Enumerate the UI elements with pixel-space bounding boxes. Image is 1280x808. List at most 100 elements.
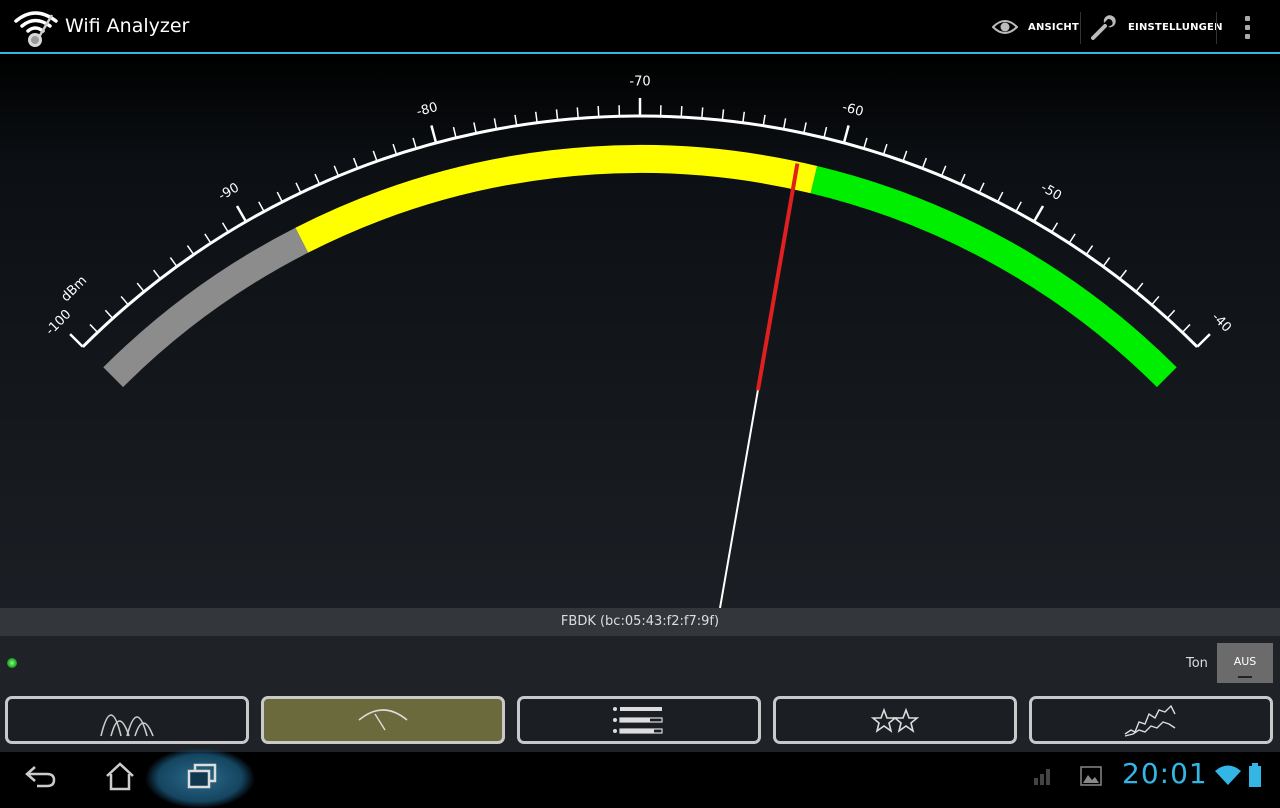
recents-icon: [186, 762, 218, 790]
minor-tick: [1182, 324, 1190, 332]
battery-icon: [1248, 762, 1262, 788]
tab-signal-meter[interactable]: [261, 696, 505, 744]
minor-tick: [598, 106, 599, 117]
sound-toggle-state: AUS: [1234, 655, 1257, 668]
ap-list-icon: [609, 700, 669, 740]
minor-tick: [334, 166, 338, 176]
minor-tick: [804, 122, 806, 133]
minor-tick: [223, 223, 229, 232]
channel-graph-icon: [97, 700, 157, 740]
back-icon: [23, 763, 57, 789]
settings-button[interactable]: EINSTELLUNGEN: [1090, 0, 1223, 54]
recents-button[interactable]: [180, 752, 224, 800]
minor-tick: [784, 118, 786, 129]
minor-tick: [922, 158, 926, 168]
signal-needle: [758, 164, 797, 391]
needle-shaft: [720, 390, 758, 608]
minor-tick: [259, 202, 264, 212]
minor-tick: [170, 258, 176, 267]
selected-network-label[interactable]: FBDK (bc:05:43:f2:f7:9f): [0, 608, 1280, 636]
scale-label: -40: [1208, 310, 1234, 336]
minor-tick: [315, 174, 319, 184]
sound-toggle-button[interactable]: AUS: [1217, 643, 1273, 683]
tab-ap-list[interactable]: [517, 696, 761, 744]
wrench-icon: [1090, 13, 1118, 41]
sound-label: Ton: [1186, 656, 1208, 671]
channel-rating-icon: [865, 700, 925, 740]
signal-band-2: [814, 180, 1167, 378]
overflow-menu-icon[interactable]: [1234, 14, 1260, 42]
minor-tick: [105, 310, 112, 318]
minor-tick: [90, 324, 98, 332]
minor-tick: [354, 158, 358, 168]
signal-meter: -100-90-80-70-60-50-40 dBm: [0, 56, 1280, 608]
minor-tick: [296, 183, 301, 193]
settings-button-label: EINSTELLUNGEN: [1128, 22, 1223, 33]
time-graph-icon: [1121, 700, 1181, 740]
minor-tick: [121, 296, 128, 304]
minor-tick: [413, 138, 416, 149]
app-title: Wifi Analyzer: [65, 15, 189, 37]
minor-tick: [864, 138, 867, 149]
minor-tick: [556, 109, 557, 120]
minor-tick: [824, 127, 827, 138]
divider: [1216, 12, 1217, 44]
gallery-icon[interactable]: [1080, 766, 1102, 786]
minor-tick: [494, 118, 496, 129]
signal-meter-icon: [353, 700, 413, 740]
minor-tick: [979, 183, 984, 193]
view-button-label: ANSICHT: [1028, 22, 1079, 33]
back-button[interactable]: [20, 752, 60, 800]
minor-tick: [998, 192, 1003, 202]
major-tick: [70, 334, 83, 347]
tab-channel-rating[interactable]: [773, 696, 1017, 744]
action-bar: Wifi Analyzer ANSICHT EINSTELLUNGEN: [0, 0, 1280, 54]
scale-label: -90: [216, 180, 242, 204]
scale-label: -60: [841, 100, 865, 120]
minor-tick: [154, 270, 161, 279]
minor-tick: [1136, 283, 1143, 292]
minor-tick: [743, 112, 744, 123]
minor-tick: [373, 151, 377, 161]
minor-tick: [702, 107, 703, 118]
minor-tick: [515, 115, 517, 126]
signal-bars-icon: [1032, 766, 1054, 786]
unit-label: dBm: [59, 273, 91, 305]
minor-tick: [763, 115, 765, 126]
major-tick: [237, 206, 246, 222]
tab-channel-graph[interactable]: [5, 696, 249, 744]
wifi-icon: [1214, 764, 1242, 786]
minor-tick: [1152, 296, 1159, 304]
minor-tick: [393, 144, 396, 154]
view-button[interactable]: ANSICHT: [992, 0, 1079, 54]
tab-time-graph[interactable]: [1029, 696, 1273, 744]
minor-tick: [205, 234, 211, 243]
minor-tick: [903, 151, 907, 161]
minor-tick: [1086, 246, 1092, 255]
minor-tick: [1103, 258, 1109, 267]
scale-label: -70: [629, 75, 650, 90]
minor-tick: [453, 127, 456, 138]
major-tick: [431, 125, 436, 142]
scale-label: -80: [415, 100, 439, 120]
minor-tick: [137, 283, 144, 292]
divider: [1080, 12, 1081, 44]
home-button[interactable]: [100, 752, 140, 800]
minor-tick: [681, 106, 682, 117]
signal-band-0: [113, 240, 302, 377]
view-tabs: [0, 690, 1280, 752]
clock: 20:01: [1122, 757, 1208, 790]
minor-tick: [1120, 270, 1127, 279]
major-tick: [1197, 334, 1210, 347]
minor-tick: [1167, 310, 1174, 318]
minor-tick: [961, 174, 965, 184]
minor-tick: [577, 107, 578, 118]
minor-tick: [536, 112, 537, 123]
minor-tick: [474, 122, 476, 133]
signal-meter-gauge: -100-90-80-70-60-50-40 dBm: [0, 56, 1280, 608]
minor-tick: [1016, 202, 1021, 212]
minor-tick: [942, 166, 946, 176]
signal-band-1: [302, 159, 814, 240]
wifi-analyzer-logo-icon[interactable]: [12, 7, 58, 49]
minor-tick: [884, 144, 887, 154]
